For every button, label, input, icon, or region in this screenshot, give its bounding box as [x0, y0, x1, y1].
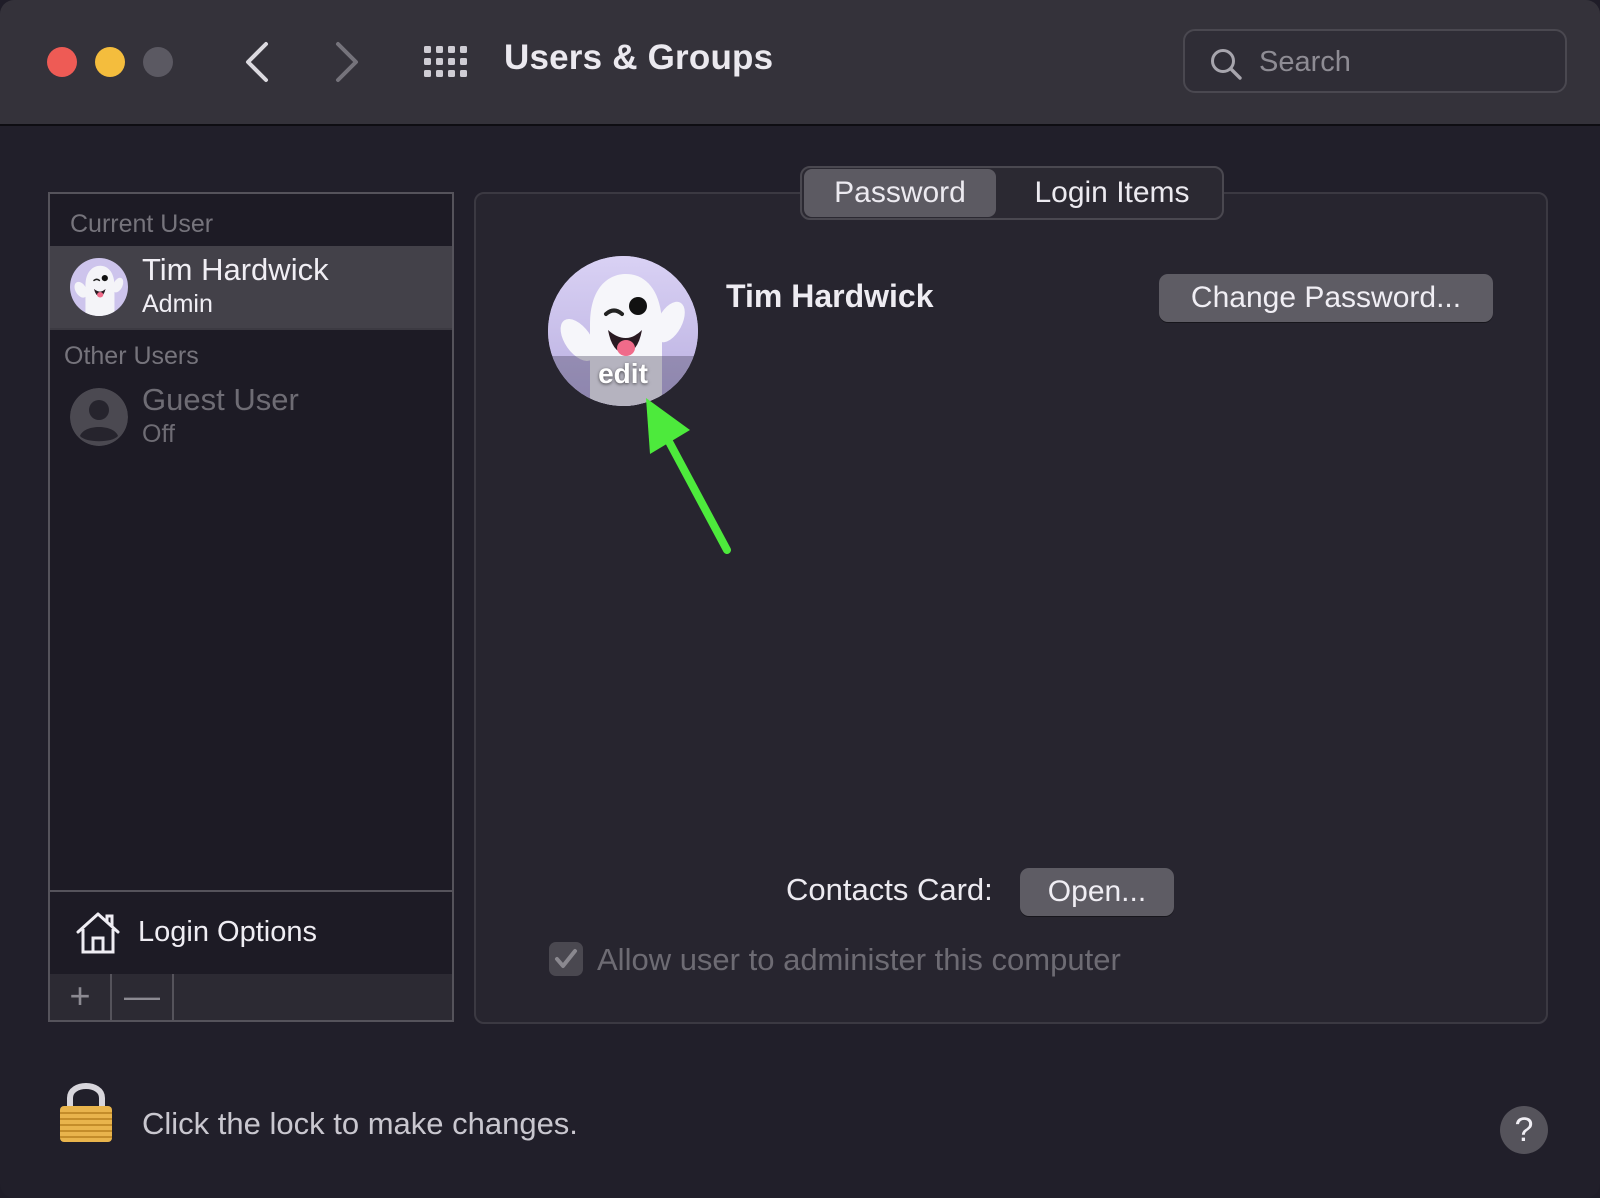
- zoom-window-button[interactable]: [143, 47, 173, 77]
- guest-avatar: [70, 388, 128, 446]
- lock-icon: [60, 1083, 112, 1142]
- contacts-card-label: Contacts Card:: [786, 872, 993, 907]
- checkmark-icon: [555, 949, 577, 968]
- chevron-left-icon: [246, 42, 268, 82]
- sidebar-separator: [50, 328, 452, 330]
- title-bar: Users & Groups: [0, 0, 1600, 126]
- change-password-button[interactable]: Change Password...: [1159, 274, 1493, 322]
- other-users-section-label: Other Users: [64, 342, 199, 370]
- allow-admin-checkbox[interactable]: [549, 942, 583, 976]
- user-row-guest-user[interactable]: Guest User Off: [50, 376, 452, 460]
- forward-button[interactable]: [326, 38, 366, 86]
- grid-icon: [424, 46, 467, 77]
- person-icon: [70, 388, 128, 446]
- green-arrow-annotation: [646, 398, 731, 554]
- window-title: Users & Groups: [504, 38, 774, 77]
- user-picture-edit[interactable]: edit: [548, 256, 698, 406]
- user-role: Off: [142, 420, 175, 448]
- search-field[interactable]: [1183, 29, 1567, 93]
- lock-button[interactable]: [58, 1078, 114, 1149]
- show-all-button[interactable]: [422, 44, 468, 80]
- close-window-button[interactable]: [47, 47, 77, 77]
- users-sidebar: Current User Tim Hardwick Admin Other Us…: [48, 192, 454, 1022]
- lock-status-text: Click the lock to make changes.: [142, 1106, 578, 1141]
- back-button[interactable]: [238, 38, 278, 86]
- remove-user-button[interactable]: —: [112, 974, 174, 1020]
- user-role: Admin: [142, 290, 213, 318]
- tab-password[interactable]: Password: [804, 169, 996, 217]
- users-groups-window: Users & Groups Current User: [0, 0, 1600, 1198]
- help-button[interactable]: ?: [1500, 1106, 1548, 1154]
- add-user-button[interactable]: +: [50, 974, 112, 1020]
- user-name: Tim Hardwick: [142, 252, 329, 287]
- allow-admin-label: Allow user to administer this computer: [597, 942, 1121, 977]
- search-icon: [1211, 49, 1242, 80]
- login-options-label: Login Options: [138, 916, 317, 948]
- tab-login-items[interactable]: Login Items: [1004, 169, 1220, 217]
- sidebar-toolbar: + —: [48, 974, 454, 1022]
- open-contacts-card-button[interactable]: Open...: [1020, 868, 1174, 916]
- login-options-item[interactable]: Login Options: [50, 892, 452, 976]
- tab-bar: Password Login Items: [800, 166, 1224, 220]
- user-avatar: [70, 258, 128, 316]
- user-row-tim-hardwick[interactable]: Tim Hardwick Admin: [50, 246, 452, 330]
- user-name: Guest User: [142, 382, 299, 417]
- minimize-window-button[interactable]: [95, 47, 125, 77]
- user-full-name: Tim Hardwick: [726, 278, 934, 314]
- ghost-avatar-icon: [70, 258, 128, 316]
- avatar-edit-label: edit: [598, 358, 648, 389]
- chevron-right-icon: [336, 42, 358, 82]
- house-icon: [76, 912, 120, 954]
- search-input[interactable]: [1257, 41, 1551, 83]
- current-user-section-label: Current User: [70, 210, 214, 238]
